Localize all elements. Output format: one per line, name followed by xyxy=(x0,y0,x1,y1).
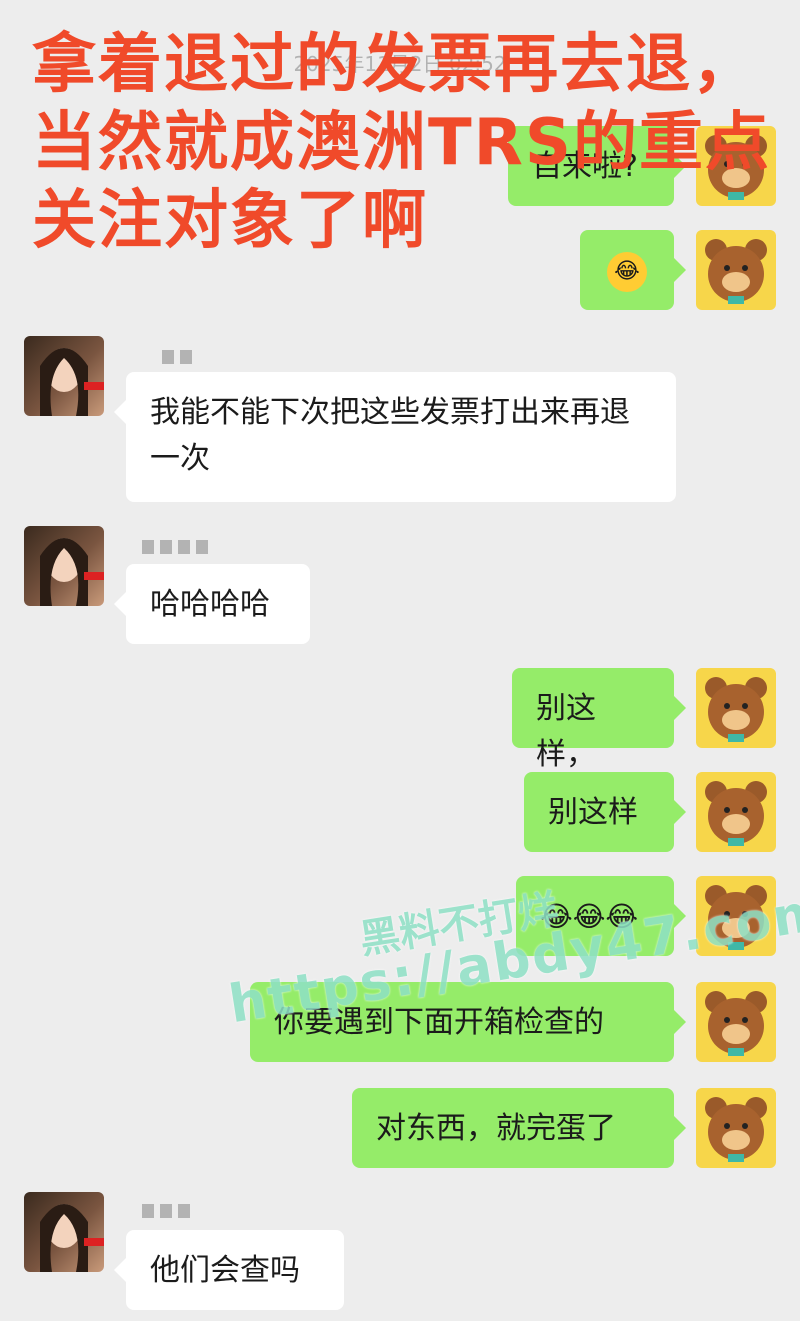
message-bubble[interactable]: 他们会查吗 xyxy=(114,1230,344,1310)
girl-avatar-icon[interactable] xyxy=(24,336,104,416)
message-bubble[interactable]: 别这样 xyxy=(524,772,686,852)
girl-avatar-icon[interactable] xyxy=(24,1192,104,1272)
girl-avatar-icon[interactable] xyxy=(24,526,104,606)
bear-avatar-icon[interactable] xyxy=(696,772,776,852)
message-bubble[interactable]: 别这样， xyxy=(512,668,686,772)
nickname-blurred xyxy=(142,1204,190,1218)
bear-avatar-icon[interactable] xyxy=(696,1088,776,1168)
message-bubble[interactable]: 对东西，就完蛋了 xyxy=(352,1088,686,1168)
message-bubble[interactable]: 哈哈哈哈 xyxy=(114,564,310,644)
bear-avatar-icon[interactable] xyxy=(696,982,776,1062)
nickname-blurred xyxy=(142,540,208,554)
bear-avatar-icon[interactable] xyxy=(696,668,776,748)
message-bubble[interactable]: 我能不能下次把这些发票打出来再退一次 xyxy=(114,372,676,502)
overlay-caption: 拿着退过的发票再去退，当然就成澳洲TRS的重点关注对象了啊 xyxy=(32,28,772,258)
nickname-blurred xyxy=(162,350,192,364)
